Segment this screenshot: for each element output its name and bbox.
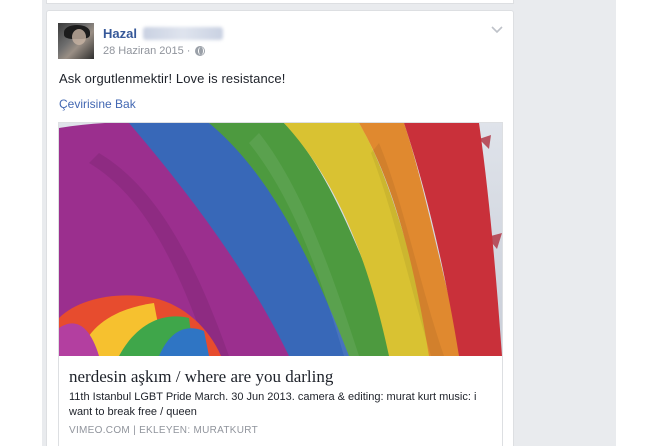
- link-description: 11th Istanbul LGBT Pride March. 30 Jun 2…: [69, 391, 477, 418]
- avatar[interactable]: [58, 23, 94, 59]
- redacted-surname: [143, 27, 223, 40]
- feed-post: Hazal 28 Haziran 2015 · Ask orgutlenmekt…: [46, 10, 514, 446]
- link-preview-image[interactable]: [59, 123, 502, 356]
- post-text: Ask orgutlenmektir! Love is resistance!: [59, 71, 286, 86]
- post-timestamp[interactable]: 28 Haziran 2015: [103, 45, 184, 57]
- previous-post-edge: [46, 0, 514, 4]
- globe-icon[interactable]: [195, 46, 206, 56]
- author-name[interactable]: Hazal: [103, 26, 137, 41]
- chevron-down-icon[interactable]: [491, 25, 503, 35]
- rainbow-flag-photo: [59, 123, 502, 356]
- post-meta: 28 Haziran 2015 ·: [103, 45, 206, 57]
- feed-right-gutter: [524, 0, 616, 446]
- link-source: VIMEO.COM | EKLEYEN: MURATKURT: [69, 425, 259, 436]
- link-preview[interactable]: nerdesin aşkım / where are you darling 1…: [58, 122, 503, 446]
- meta-separator: ·: [186, 45, 191, 57]
- page-background-left: [0, 0, 42, 446]
- see-translation-link[interactable]: Çevirisine Bak: [59, 97, 136, 111]
- avatar-face: [72, 29, 86, 45]
- link-title[interactable]: nerdesin aşkım / where are you darling: [69, 367, 494, 387]
- page-background-right: [616, 0, 670, 446]
